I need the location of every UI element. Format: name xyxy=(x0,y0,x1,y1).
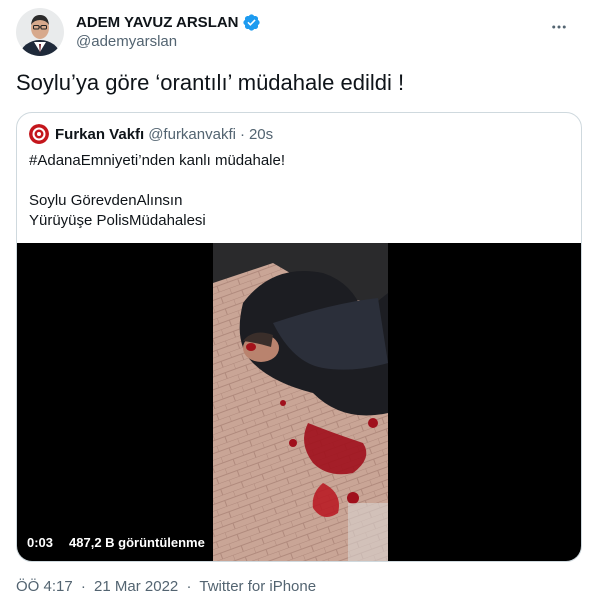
quoted-text-line: #AdanaEmniyeti’nden kanlı müdahale! xyxy=(29,152,286,169)
tweet-date[interactable]: 21 Mar 2022 xyxy=(94,578,178,595)
quoted-text: #AdanaEmniyeti’nden kanlı müdahale! Soyl… xyxy=(29,151,569,231)
quoted-text-line: Yürüyüşe PolisMüdahalesi xyxy=(29,212,206,229)
foundation-logo-icon xyxy=(29,124,49,144)
video-duration: 0:03 xyxy=(27,535,54,550)
more-dots-icon xyxy=(552,25,566,29)
tweet-header: ADEM YAVUZ ARSLAN @ademyarslan xyxy=(16,8,580,56)
meta-separator: · xyxy=(80,578,86,595)
tweet-source[interactable]: Twitter for iPhone xyxy=(199,578,316,595)
quoted-tweet[interactable]: Furkan Vakfı @furkanvakfi · 20s #AdanaEm… xyxy=(16,112,582,562)
tweet-card: ADEM YAVUZ ARSLAN @ademyarslan Soylu’ya … xyxy=(0,0,596,608)
quoted-avatar[interactable] xyxy=(29,124,49,144)
quoted-separator: · xyxy=(239,125,245,143)
tweet-text: Soylu’ya göre ‘orantılı’ müdahale edildi… xyxy=(16,70,405,95)
video-player[interactable]: 0:03 487,2 B görüntülenme xyxy=(17,243,581,561)
author-block: ADEM YAVUZ ARSLAN @ademyarslan xyxy=(76,13,261,51)
quoted-text-line: Soylu GörevdenAlınsın xyxy=(29,192,183,209)
tweet-metadata: ÖÖ 4:17 · 21 Mar 2022 · Twitter for iPho… xyxy=(16,578,316,595)
meta-separator: · xyxy=(186,578,192,595)
video-stats: 0:03 487,2 B görüntülenme xyxy=(27,535,205,550)
quoted-tweet-header: Furkan Vakfı @furkanvakfi · 20s xyxy=(29,123,273,145)
author-name-row: ADEM YAVUZ ARSLAN xyxy=(76,13,261,32)
quoted-time[interactable]: 20s xyxy=(249,126,273,143)
author-handle[interactable]: @ademyarslan xyxy=(76,32,261,51)
video-views: 487,2 B görüntülenme xyxy=(69,535,205,550)
more-options-button[interactable] xyxy=(544,12,574,42)
tweet-time[interactable]: ÖÖ 4:17 xyxy=(16,578,73,595)
author-avatar[interactable] xyxy=(16,8,64,56)
video-frame-image xyxy=(213,243,388,561)
verified-badge-icon xyxy=(242,13,261,32)
quoted-display-name[interactable]: Furkan Vakfı xyxy=(55,126,144,143)
quoted-handle[interactable]: @furkanvakfi xyxy=(148,126,236,143)
author-display-name[interactable]: ADEM YAVUZ ARSLAN xyxy=(76,13,239,32)
quoted-text-gap xyxy=(29,171,569,191)
person-avatar-icon xyxy=(16,8,64,56)
